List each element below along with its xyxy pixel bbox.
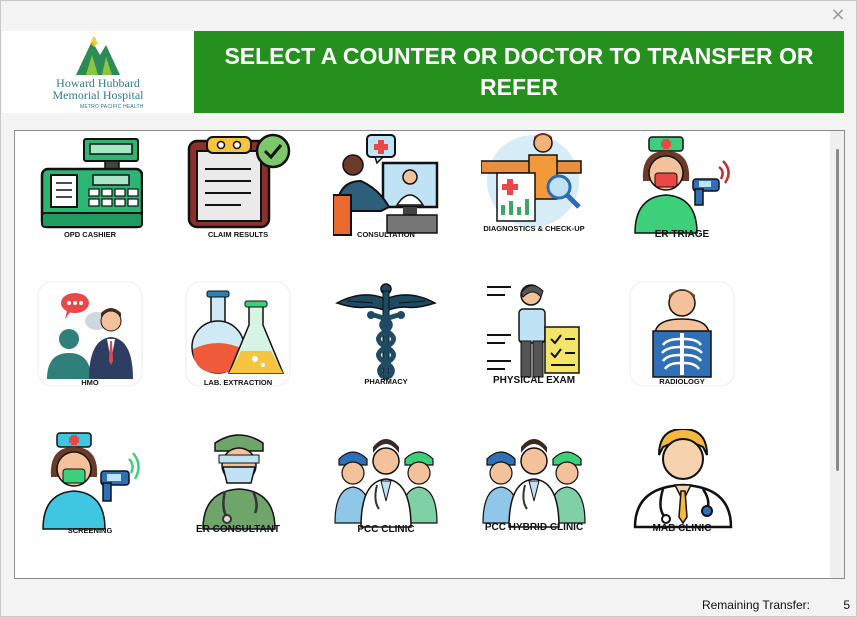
logo-subtitle: METRO PACIFIC HEALTH [80, 104, 144, 110]
transfer-dialog: × Howard Hubbard Memorial Hospital METRO… [0, 0, 857, 617]
tile-opd-cashier[interactable]: OPD CASHIER [37, 133, 143, 239]
tile-label: ER TRIAGE [654, 229, 710, 240]
tile-pcc-clinic[interactable]: PCC CLINIC [333, 429, 439, 535]
xray-icon [629, 281, 735, 387]
tile-pharmacy[interactable]: PHARMACY [333, 281, 439, 387]
tile-label: DIAGNOSTICS & CHECK-UP [483, 224, 585, 233]
tile-label: CONSULTATION [357, 230, 415, 239]
tile-label: PHARMACY [364, 377, 408, 386]
tile-label: MAB CLINIC [652, 523, 712, 534]
status-bar: Remaining Transfer: 5 [1, 593, 856, 616]
tile-label: ER CONSULTANT [195, 524, 281, 535]
logo-line-2: Memorial Hospital [52, 88, 144, 102]
tile-radiology[interactable]: RADIOLOGY [629, 281, 735, 387]
people-chat-icon [37, 281, 143, 387]
tile-label: RADIOLOGY [659, 377, 705, 386]
tile-diagnostics[interactable]: DIAGNOSTICS & CHECK-UP [481, 133, 587, 239]
tile-label: LAB. EXTRACTION [203, 378, 273, 387]
header-banner: SELECT A COUNTER OR DOCTOR TO TRANSFER O… [194, 31, 844, 113]
close-icon[interactable]: × [828, 5, 848, 25]
tile-label: CLAIM RESULTS [207, 230, 269, 239]
tile-lab-extraction[interactable]: LAB. EXTRACTION [185, 281, 291, 387]
tile-claim-results[interactable]: CLAIM RESULTS [185, 133, 291, 239]
options-panel: OPD CASHIER CLAIM RESULTS CONSULTATION D… [14, 130, 845, 579]
tile-label: HMO [81, 378, 99, 387]
physical-exam-icon [487, 284, 580, 378]
scrollbar-thumb[interactable] [836, 149, 839, 471]
surgeon-icon [202, 434, 276, 530]
tile-consultation[interactable]: CONSULTATION [333, 133, 439, 239]
hospital-logo: Howard Hubbard Memorial Hospital METRO P… [2, 31, 194, 113]
nurse-scanner-icon [42, 432, 140, 530]
tile-mab-clinic[interactable]: MAB CLINIC [629, 429, 735, 535]
tile-label: PHYSICAL EXAM [492, 375, 576, 386]
tile-label: PCC CLINIC [357, 524, 415, 535]
lab-flask-icon [185, 281, 291, 387]
tile-er-triage[interactable]: ER TRIAGE [629, 133, 735, 240]
title-bar: × [1, 1, 856, 31]
tile-hmo[interactable]: HMO [37, 281, 143, 387]
cash-register-icon [40, 138, 143, 229]
medical-team-icon [334, 439, 438, 528]
tile-er-consultant[interactable]: ER CONSULTANT [185, 429, 291, 535]
tile-label: PCC HYBRID CLINIC [484, 522, 584, 533]
caduceus-icon [335, 283, 437, 380]
tile-physical-exam[interactable]: PHYSICAL EXAM [481, 281, 587, 387]
vertical-scrollbar[interactable] [830, 131, 844, 578]
medical-team-icon [482, 439, 586, 528]
telemedicine-icon [333, 134, 439, 236]
mountain-logo-icon [76, 36, 120, 75]
remaining-transfer-label: Remaining Transfer: [701, 598, 810, 612]
remaining-transfer-count: 5 [843, 598, 850, 612]
tile-screening[interactable]: SCREENING [37, 429, 143, 535]
nurse-thermometer-icon [634, 136, 730, 234]
tile-pcc-hybrid-clinic[interactable]: PCC HYBRID CLINIC [481, 429, 587, 535]
clipboard-check-icon [187, 133, 291, 229]
tile-label: OPD CASHIER [63, 230, 117, 239]
doctor-icon [633, 429, 733, 529]
page-title: SELECT A COUNTER OR DOCTOR TO TRANSFER O… [224, 43, 814, 100]
tile-label: SCREENING [67, 526, 113, 535]
